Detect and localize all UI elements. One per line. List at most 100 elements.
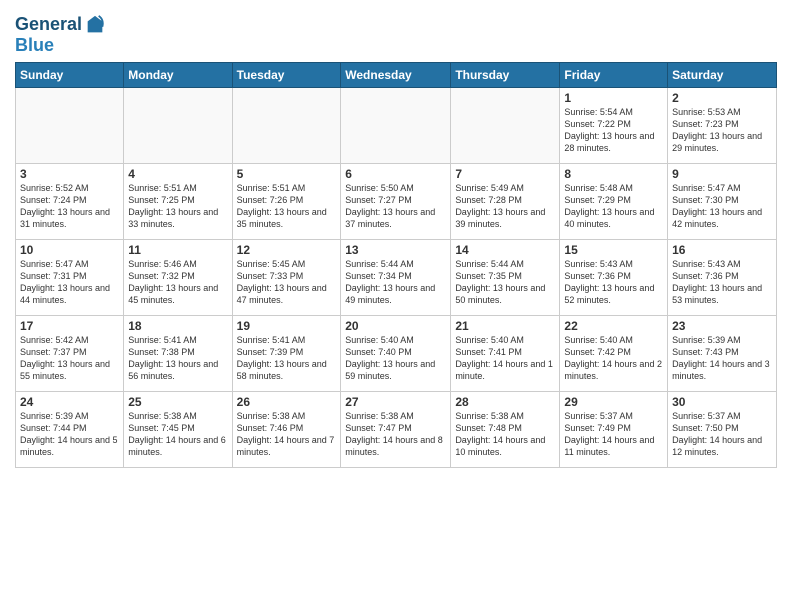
calendar-cell: 26Sunrise: 5:38 AM Sunset: 7:46 PM Dayli… — [232, 391, 341, 467]
calendar-cell — [232, 87, 341, 163]
day-number: 30 — [672, 395, 772, 409]
cell-info: Sunrise: 5:42 AM Sunset: 7:37 PM Dayligh… — [20, 334, 119, 383]
day-number: 16 — [672, 243, 772, 257]
weekday-header-tuesday: Tuesday — [232, 62, 341, 87]
day-number: 28 — [455, 395, 555, 409]
cell-info: Sunrise: 5:54 AM Sunset: 7:22 PM Dayligh… — [564, 106, 663, 155]
cell-info: Sunrise: 5:53 AM Sunset: 7:23 PM Dayligh… — [672, 106, 772, 155]
calendar-cell: 4Sunrise: 5:51 AM Sunset: 7:25 PM Daylig… — [124, 163, 232, 239]
day-number: 24 — [20, 395, 119, 409]
day-number: 11 — [128, 243, 227, 257]
day-number: 21 — [455, 319, 555, 333]
cell-info: Sunrise: 5:43 AM Sunset: 7:36 PM Dayligh… — [672, 258, 772, 307]
calendar-cell: 9Sunrise: 5:47 AM Sunset: 7:30 PM Daylig… — [668, 163, 777, 239]
cell-info: Sunrise: 5:51 AM Sunset: 7:26 PM Dayligh… — [237, 182, 337, 231]
day-number: 25 — [128, 395, 227, 409]
calendar-cell: 13Sunrise: 5:44 AM Sunset: 7:34 PM Dayli… — [341, 239, 451, 315]
cell-info: Sunrise: 5:40 AM Sunset: 7:40 PM Dayligh… — [345, 334, 446, 383]
day-number: 7 — [455, 167, 555, 181]
cell-info: Sunrise: 5:47 AM Sunset: 7:30 PM Dayligh… — [672, 182, 772, 231]
calendar-cell: 12Sunrise: 5:45 AM Sunset: 7:33 PM Dayli… — [232, 239, 341, 315]
cell-info: Sunrise: 5:40 AM Sunset: 7:42 PM Dayligh… — [564, 334, 663, 383]
header: General Blue — [15, 10, 777, 56]
weekday-header-saturday: Saturday — [668, 62, 777, 87]
cell-info: Sunrise: 5:50 AM Sunset: 7:27 PM Dayligh… — [345, 182, 446, 231]
calendar-cell: 1Sunrise: 5:54 AM Sunset: 7:22 PM Daylig… — [560, 87, 668, 163]
day-number: 8 — [564, 167, 663, 181]
day-number: 27 — [345, 395, 446, 409]
calendar-cell: 15Sunrise: 5:43 AM Sunset: 7:36 PM Dayli… — [560, 239, 668, 315]
cell-info: Sunrise: 5:37 AM Sunset: 7:50 PM Dayligh… — [672, 410, 772, 459]
day-number: 1 — [564, 91, 663, 105]
logo-text-block: General Blue — [15, 14, 106, 56]
calendar-week-2: 3Sunrise: 5:52 AM Sunset: 7:24 PM Daylig… — [16, 163, 777, 239]
calendar-week-3: 10Sunrise: 5:47 AM Sunset: 7:31 PM Dayli… — [16, 239, 777, 315]
calendar-cell: 18Sunrise: 5:41 AM Sunset: 7:38 PM Dayli… — [124, 315, 232, 391]
calendar-cell — [451, 87, 560, 163]
logo-name: General — [15, 15, 82, 35]
day-number: 2 — [672, 91, 772, 105]
calendar-cell: 16Sunrise: 5:43 AM Sunset: 7:36 PM Dayli… — [668, 239, 777, 315]
calendar-cell: 30Sunrise: 5:37 AM Sunset: 7:50 PM Dayli… — [668, 391, 777, 467]
cell-info: Sunrise: 5:38 AM Sunset: 7:46 PM Dayligh… — [237, 410, 337, 459]
day-number: 19 — [237, 319, 337, 333]
calendar-cell: 21Sunrise: 5:40 AM Sunset: 7:41 PM Dayli… — [451, 315, 560, 391]
cell-info: Sunrise: 5:38 AM Sunset: 7:47 PM Dayligh… — [345, 410, 446, 459]
calendar-week-1: 1Sunrise: 5:54 AM Sunset: 7:22 PM Daylig… — [16, 87, 777, 163]
calendar-header-row: SundayMondayTuesdayWednesdayThursdayFrid… — [16, 62, 777, 87]
calendar-cell — [341, 87, 451, 163]
weekday-header-monday: Monday — [124, 62, 232, 87]
logo-blue: Blue — [15, 36, 106, 56]
weekday-header-friday: Friday — [560, 62, 668, 87]
day-number: 9 — [672, 167, 772, 181]
day-number: 6 — [345, 167, 446, 181]
cell-info: Sunrise: 5:45 AM Sunset: 7:33 PM Dayligh… — [237, 258, 337, 307]
cell-info: Sunrise: 5:49 AM Sunset: 7:28 PM Dayligh… — [455, 182, 555, 231]
calendar-cell: 28Sunrise: 5:38 AM Sunset: 7:48 PM Dayli… — [451, 391, 560, 467]
calendar-cell: 25Sunrise: 5:38 AM Sunset: 7:45 PM Dayli… — [124, 391, 232, 467]
weekday-header-sunday: Sunday — [16, 62, 124, 87]
calendar-cell — [124, 87, 232, 163]
calendar-cell: 11Sunrise: 5:46 AM Sunset: 7:32 PM Dayli… — [124, 239, 232, 315]
cell-info: Sunrise: 5:47 AM Sunset: 7:31 PM Dayligh… — [20, 258, 119, 307]
cell-info: Sunrise: 5:40 AM Sunset: 7:41 PM Dayligh… — [455, 334, 555, 383]
cell-info: Sunrise: 5:39 AM Sunset: 7:44 PM Dayligh… — [20, 410, 119, 459]
calendar-cell — [16, 87, 124, 163]
cell-info: Sunrise: 5:52 AM Sunset: 7:24 PM Dayligh… — [20, 182, 119, 231]
calendar-table: SundayMondayTuesdayWednesdayThursdayFrid… — [15, 62, 777, 468]
day-number: 23 — [672, 319, 772, 333]
day-number: 13 — [345, 243, 446, 257]
cell-info: Sunrise: 5:41 AM Sunset: 7:39 PM Dayligh… — [237, 334, 337, 383]
main-container: General Blue SundayMondayTuesdayWednesda… — [0, 0, 792, 473]
day-number: 17 — [20, 319, 119, 333]
day-number: 4 — [128, 167, 227, 181]
cell-info: Sunrise: 5:39 AM Sunset: 7:43 PM Dayligh… — [672, 334, 772, 383]
calendar-cell: 24Sunrise: 5:39 AM Sunset: 7:44 PM Dayli… — [16, 391, 124, 467]
cell-info: Sunrise: 5:43 AM Sunset: 7:36 PM Dayligh… — [564, 258, 663, 307]
day-number: 14 — [455, 243, 555, 257]
logo-icon — [84, 14, 106, 36]
cell-info: Sunrise: 5:38 AM Sunset: 7:45 PM Dayligh… — [128, 410, 227, 459]
cell-info: Sunrise: 5:37 AM Sunset: 7:49 PM Dayligh… — [564, 410, 663, 459]
calendar-cell: 6Sunrise: 5:50 AM Sunset: 7:27 PM Daylig… — [341, 163, 451, 239]
calendar-cell: 2Sunrise: 5:53 AM Sunset: 7:23 PM Daylig… — [668, 87, 777, 163]
calendar-cell: 10Sunrise: 5:47 AM Sunset: 7:31 PM Dayli… — [16, 239, 124, 315]
calendar-cell: 23Sunrise: 5:39 AM Sunset: 7:43 PM Dayli… — [668, 315, 777, 391]
cell-info: Sunrise: 5:48 AM Sunset: 7:29 PM Dayligh… — [564, 182, 663, 231]
day-number: 26 — [237, 395, 337, 409]
calendar-cell: 5Sunrise: 5:51 AM Sunset: 7:26 PM Daylig… — [232, 163, 341, 239]
day-number: 20 — [345, 319, 446, 333]
calendar-cell: 20Sunrise: 5:40 AM Sunset: 7:40 PM Dayli… — [341, 315, 451, 391]
calendar-cell: 8Sunrise: 5:48 AM Sunset: 7:29 PM Daylig… — [560, 163, 668, 239]
day-number: 5 — [237, 167, 337, 181]
weekday-header-thursday: Thursday — [451, 62, 560, 87]
cell-info: Sunrise: 5:44 AM Sunset: 7:35 PM Dayligh… — [455, 258, 555, 307]
cell-info: Sunrise: 5:38 AM Sunset: 7:48 PM Dayligh… — [455, 410, 555, 459]
day-number: 15 — [564, 243, 663, 257]
calendar-cell: 7Sunrise: 5:49 AM Sunset: 7:28 PM Daylig… — [451, 163, 560, 239]
calendar-cell: 14Sunrise: 5:44 AM Sunset: 7:35 PM Dayli… — [451, 239, 560, 315]
calendar-cell: 29Sunrise: 5:37 AM Sunset: 7:49 PM Dayli… — [560, 391, 668, 467]
cell-info: Sunrise: 5:51 AM Sunset: 7:25 PM Dayligh… — [128, 182, 227, 231]
calendar-cell: 19Sunrise: 5:41 AM Sunset: 7:39 PM Dayli… — [232, 315, 341, 391]
calendar-cell: 22Sunrise: 5:40 AM Sunset: 7:42 PM Dayli… — [560, 315, 668, 391]
